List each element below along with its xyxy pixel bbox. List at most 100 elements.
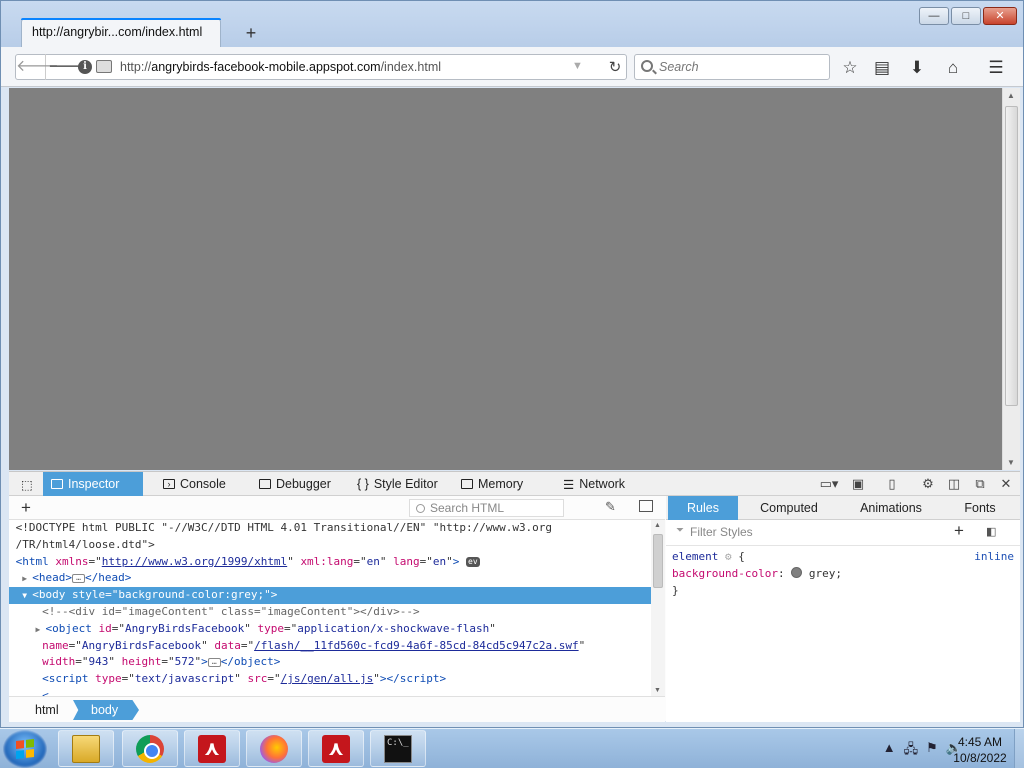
property-value[interactable]: grey: [809, 567, 836, 580]
tab-rules[interactable]: Rules: [668, 496, 738, 520]
scroll-up-icon[interactable]: ▲: [654, 522, 661, 529]
markup-scrollbar[interactable]: ▲ ▼: [651, 520, 665, 696]
taskbar-chrome[interactable]: [122, 730, 178, 767]
network-tray-icon[interactable]: 🖧: [904, 740, 919, 762]
markup-line-partial[interactable]: <: [9, 688, 651, 696]
rule-source[interactable]: inline: [974, 548, 1014, 565]
taskbar-acrobat-2[interactable]: ⋏: [308, 730, 364, 767]
search-html-input[interactable]: Search HTML: [409, 499, 564, 517]
tab-computed[interactable]: Computed: [746, 496, 832, 520]
system-clock[interactable]: 4:45 AM 10/8/2022: [950, 734, 1010, 766]
split-console-icon[interactable]: ▣: [849, 475, 867, 493]
bookmarks-list-icon[interactable]: ▤: [871, 57, 893, 79]
sidebar-toggle-icon[interactable]: [639, 500, 653, 512]
element-picker-button[interactable]: ⬚: [13, 472, 41, 496]
bookmark-star-icon[interactable]: ☆: [839, 57, 861, 79]
markup-line-doctype-cont[interactable]: /TR/html4/loose.dtd">: [9, 537, 651, 554]
markup-line-script[interactable]: <script type="text/javascript" src="/js/…: [9, 671, 651, 688]
taskbar-acrobat[interactable]: ⋏: [184, 730, 240, 767]
maximize-button[interactable]: □: [951, 7, 981, 25]
scroll-down-icon[interactable]: ▼: [654, 687, 661, 694]
eyedropper-icon[interactable]: ✎: [605, 499, 616, 515]
responsive-mode-icon[interactable]: ▯: [883, 475, 901, 493]
taskbar-explorer[interactable]: [58, 730, 114, 767]
folder-icon: [72, 735, 100, 763]
markup-line-head[interactable]: ▶ <head>… </head>: [9, 570, 651, 587]
xmlns-link[interactable]: http://www.w3.org/1999/xhtml: [102, 555, 287, 568]
script-src-link[interactable]: /js/gen/all.js: [281, 672, 374, 685]
command-prompt-icon: C:\_: [384, 735, 412, 763]
undock-window-icon[interactable]: ⧉: [971, 475, 989, 493]
scroll-up-icon[interactable]: ▲: [1007, 91, 1015, 100]
expand-twisty-icon[interactable]: ▶: [22, 571, 32, 588]
scrollbar-thumb[interactable]: [653, 534, 663, 588]
tab-fonts[interactable]: Fonts: [950, 496, 1010, 520]
tab-inspector[interactable]: Inspector: [43, 472, 143, 496]
markup-line-object-cont[interactable]: name="AngryBirdsFacebook" data="/flash/_…: [9, 638, 651, 655]
navigation-toolbar: 🡐 🡒 i http://angrybirds-facebook-mobile.…: [1, 47, 1023, 87]
history-dropdown-icon[interactable]: ▼: [572, 60, 583, 72]
collapse-twisty-icon[interactable]: ▼: [22, 588, 32, 605]
action-center-icon[interactable]: ⚑: [926, 740, 938, 762]
browser-tab[interactable]: http://angrybir...com/index.html: [21, 18, 221, 47]
start-button[interactable]: [3, 730, 47, 768]
site-info-icon[interactable]: i: [78, 60, 92, 74]
tab-style-editor[interactable]: { } Style Editor: [349, 472, 446, 496]
scrollbar-thumb[interactable]: [1005, 106, 1018, 406]
pseudo-class-toggle-icon[interactable]: ◧: [986, 525, 1002, 539]
close-button[interactable]: ✕: [983, 7, 1017, 25]
rule-declaration[interactable]: background-color: grey;: [672, 565, 1014, 582]
markup-line-body[interactable]: ▼ <body style="background-color:grey;">: [9, 587, 651, 604]
tab-network[interactable]: ☰ Network: [555, 472, 633, 496]
collapsed-ellipsis-icon[interactable]: …: [207, 657, 221, 667]
taskbar-cmd[interactable]: C:\_: [370, 730, 426, 767]
search-icon: [641, 60, 653, 72]
forward-button[interactable]: 🡒: [48, 55, 88, 79]
markup-line-object-cont2[interactable]: width="943" height="572">… </object>: [9, 654, 651, 671]
scroll-down-icon[interactable]: ▼: [1007, 458, 1015, 467]
filter-styles-input[interactable]: Filter Styles: [672, 524, 942, 542]
search-bar[interactable]: Search: [634, 54, 830, 80]
reload-icon[interactable]: ↻: [604, 58, 626, 78]
home-icon[interactable]: ⌂: [942, 57, 964, 79]
menu-icon[interactable]: ☰: [985, 57, 1007, 79]
tab-memory[interactable]: Memory: [453, 472, 531, 496]
breadcrumb-html[interactable]: html: [23, 700, 71, 720]
markup-line-html[interactable]: <html xmlns="http://www.w3.org/1999/xhtm…: [9, 554, 651, 571]
plugin-icon[interactable]: [96, 60, 112, 73]
page-scrollbar[interactable]: ▲ ▼: [1002, 88, 1020, 470]
collapsed-ellipsis-icon[interactable]: …: [72, 573, 85, 583]
minimize-button[interactable]: —: [919, 7, 949, 25]
show-desktop-button[interactable]: [1014, 729, 1024, 768]
breadcrumb-body[interactable]: body: [73, 700, 139, 720]
markup-tree[interactable]: <!DOCTYPE html PUBLIC "-//W3C//DTD HTML …: [9, 520, 651, 696]
close-devtools-icon[interactable]: ✕: [997, 475, 1015, 493]
downloads-icon[interactable]: ⬇: [906, 57, 928, 79]
object-data-link[interactable]: /flash/__11fd560c-fcd9-4a6f-85cd-84cd5c9…: [254, 639, 579, 652]
back-button[interactable]: 🡐: [16, 54, 59, 80]
tab-debugger[interactable]: Debugger: [251, 472, 339, 496]
markup-line-doctype[interactable]: <!DOCTYPE html PUBLIC "-//W3C//DTD HTML …: [9, 520, 651, 537]
url-text[interactable]: http://angrybirds-facebook-mobile.appspo…: [120, 60, 441, 74]
frame-select-icon[interactable]: ▭▾: [817, 475, 841, 493]
inspector-icon: [51, 479, 63, 489]
page-content[interactable]: [9, 88, 1002, 470]
event-badge[interactable]: ev: [466, 556, 480, 567]
add-node-button[interactable]: +: [21, 498, 31, 518]
tab-animations[interactable]: Animations: [848, 496, 934, 520]
property-name[interactable]: background-color: [672, 567, 778, 580]
expand-twisty-icon[interactable]: ▶: [36, 622, 46, 639]
show-hidden-icons-icon[interactable]: ▲: [883, 740, 896, 762]
markup-line-object[interactable]: ▶ <object id="AngryBirdsFacebook" type="a…: [9, 621, 651, 638]
settings-gear-icon[interactable]: ⚙: [919, 475, 937, 493]
breadcrumb: html body: [9, 696, 665, 722]
dock-side-icon[interactable]: ◫: [945, 475, 963, 493]
new-tab-button[interactable]: +: [241, 23, 261, 43]
tab-label: Network: [579, 477, 626, 491]
taskbar-firefox[interactable]: [246, 730, 302, 767]
url-bar[interactable]: 🡐 🡒 i http://angrybirds-facebook-mobile.…: [15, 54, 627, 80]
tab-console[interactable]: › Console: [155, 472, 234, 496]
color-swatch-icon[interactable]: [791, 567, 803, 578]
add-rule-button[interactable]: +: [954, 521, 964, 541]
markup-line-comment[interactable]: <!--<div id="imageContent" class="imageC…: [9, 604, 651, 621]
